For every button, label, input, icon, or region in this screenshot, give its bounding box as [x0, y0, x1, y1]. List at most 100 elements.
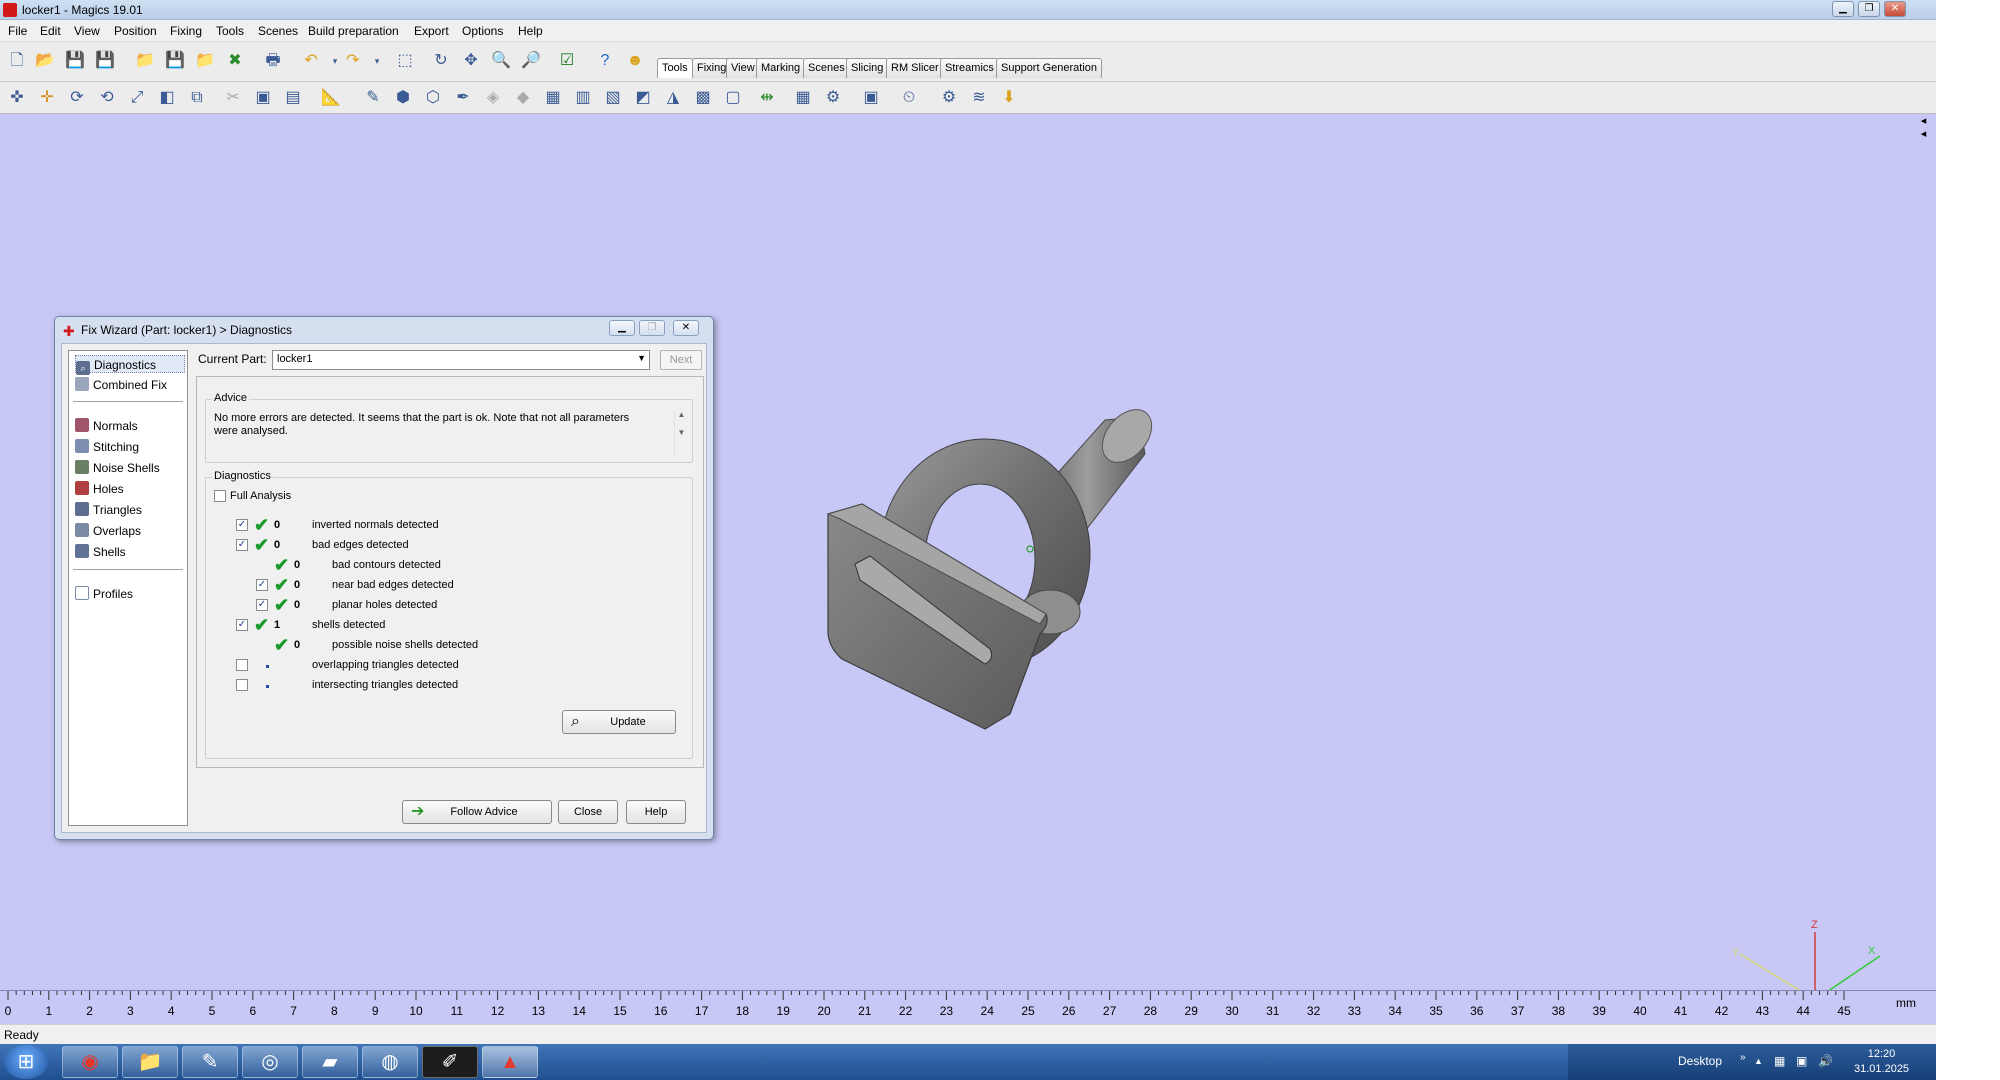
inverted-normals-checkbox[interactable]: ✓ [236, 519, 248, 531]
dialog-maximize-button[interactable]: ❐ [639, 320, 665, 336]
redo-dropdown-icon[interactable]: ▾ [366, 50, 388, 72]
nav-item-diagnostics[interactable]: ⌕ Diagnostics [75, 355, 185, 375]
chevron-up-icon[interactable]: » [1740, 1052, 1746, 1063]
build-time-icon[interactable]: ⏲ [898, 87, 920, 109]
app4-taskbar-icon[interactable]: ✐ [422, 1046, 478, 1078]
nesting-icon[interactable]: ⚙ [822, 87, 844, 109]
zoom-icon[interactable]: 🔍 [490, 50, 512, 72]
desktop-toolbar-label[interactable]: Desktop [1678, 1054, 1722, 1068]
close-window-button[interactable]: ✕ [1884, 1, 1906, 17]
chrome-taskbar-icon[interactable]: ◉ [62, 1046, 118, 1078]
save-part-icon[interactable]: 💾 [164, 50, 186, 72]
extrude-icon[interactable]: ▥ [572, 87, 594, 109]
tab-support-generation[interactable]: Support Generation [996, 58, 1103, 78]
split-icon[interactable]: ⇹ [756, 87, 778, 109]
scale-icon[interactable]: ⤢ [126, 87, 148, 109]
tab-view[interactable]: View [726, 58, 760, 78]
update-button[interactable]: ⌕ Update [562, 710, 676, 734]
platform-icon[interactable]: ▣ [860, 87, 882, 109]
menu-file[interactable]: File [8, 24, 27, 38]
context-help-icon[interactable]: ☻ [624, 50, 646, 72]
paint-taskbar-icon[interactable]: ✎ [182, 1046, 238, 1078]
nav-item-normals[interactable]: Normals [75, 417, 138, 435]
network-icon[interactable]: ▣ [1796, 1054, 1807, 1068]
magics-taskbar-icon[interactable]: ▲ [482, 1046, 538, 1078]
menu-edit[interactable]: Edit [40, 24, 61, 38]
unload-part-icon[interactable]: ✖ [224, 50, 246, 72]
nav-item-triangles[interactable]: Triangles [75, 501, 142, 519]
nav-item-shells[interactable]: Shells [75, 543, 126, 561]
rotate-part-icon[interactable]: ⟳ [66, 87, 88, 109]
surface-icon[interactable]: ◮ [662, 87, 684, 109]
shells-checkbox[interactable]: ✓ [236, 619, 248, 631]
wireframe-icon[interactable]: ▢ [722, 87, 744, 109]
perforate-icon[interactable]: ⬡ [422, 87, 444, 109]
duplicate-icon[interactable]: ⧉ [186, 87, 208, 109]
display-mode-icon[interactable]: ▩ [692, 87, 714, 109]
overlapping-triangles-checkbox[interactable] [236, 659, 248, 671]
undo-icon[interactable]: ↶ [300, 50, 322, 72]
pan-view-icon[interactable]: ✥ [460, 50, 482, 72]
tab-marking[interactable]: Marking [756, 58, 806, 78]
menu-help[interactable]: Help [518, 24, 543, 38]
next-button[interactable]: Next [660, 350, 702, 370]
app2-taskbar-icon[interactable]: ▰ [302, 1046, 358, 1078]
nav-item-combined-fix[interactable]: Combined Fix [75, 376, 167, 394]
cut-icon[interactable]: ✂ [222, 87, 244, 109]
tab-rm-slicer[interactable]: RM Slicer [886, 58, 944, 78]
smooth-icon[interactable]: ◈ [482, 87, 504, 109]
export-icon[interactable]: ⬇ [998, 87, 1020, 109]
label-icon[interactable]: ✎ [362, 87, 384, 109]
restore-window-button[interactable]: ❐ [1858, 1, 1880, 17]
save-icon[interactable]: 💾 [64, 50, 86, 72]
tab-streamics[interactable]: Streamics [940, 58, 999, 78]
help-icon[interactable]: ? [594, 50, 616, 72]
new-file-icon[interactable]: 🗋 [6, 50, 28, 72]
help-button[interactable]: Help [626, 800, 686, 824]
plane-cut-icon[interactable]: ◩ [632, 87, 654, 109]
save-as-icon[interactable]: 💾 [94, 50, 116, 72]
app3-taskbar-icon[interactable]: ◍ [362, 1046, 418, 1078]
nav-item-overlaps[interactable]: Overlaps [75, 522, 141, 540]
tab-scenes[interactable]: Scenes [803, 58, 850, 78]
pen-icon[interactable]: ✒ [452, 87, 474, 109]
tab-slicing[interactable]: Slicing [846, 58, 889, 78]
volume-icon[interactable]: 🔊 [1818, 1054, 1833, 1068]
wrap-icon[interactable]: ◆ [512, 87, 534, 109]
nav-item-holes[interactable]: Holes [75, 480, 124, 498]
nav-item-profiles[interactable]: Profiles [75, 585, 133, 603]
settings-icon[interactable]: ⚙ [938, 87, 960, 109]
near-bad-edges-checkbox[interactable]: ✓ [256, 579, 268, 591]
load-scene-icon[interactable]: 📁 [194, 50, 216, 72]
dialog-close-button[interactable]: ✕ [673, 320, 699, 336]
advice-scrollbar[interactable]: ▲ ▼ [674, 410, 688, 456]
menu-tools[interactable]: Tools [216, 24, 244, 38]
rotate-view-icon[interactable]: ↻ [430, 50, 452, 72]
select-icon[interactable]: ⬚ [394, 50, 416, 72]
bad-edges-checkbox[interactable]: ✓ [236, 539, 248, 551]
import-part-icon[interactable]: 📁 [134, 50, 156, 72]
menu-view[interactable]: View [74, 24, 100, 38]
offset-icon[interactable]: ▤ [282, 87, 304, 109]
tray-expand-icon[interactable]: ▲ [1754, 1056, 1763, 1066]
print-icon[interactable]: 🖶 [262, 50, 284, 72]
fix-wizard-icon[interactable]: ☑ [556, 50, 578, 72]
menu-build-preparation[interactable]: Build preparation [308, 24, 399, 38]
nav-item-stitching[interactable]: Stitching [75, 438, 139, 456]
cube-icon[interactable]: ▦ [542, 87, 564, 109]
intersecting-triangles-checkbox[interactable] [236, 679, 248, 691]
current-part-select[interactable]: locker1 ▼ [272, 350, 650, 370]
mirror-icon[interactable]: ◧ [156, 87, 178, 109]
open-folder-icon[interactable]: 📂 [34, 50, 56, 72]
menu-scenes[interactable]: Scenes [258, 24, 298, 38]
menu-position[interactable]: Position [114, 24, 157, 38]
start-button[interactable]: ⊞ [4, 1045, 48, 1079]
hollow-icon[interactable]: ▣ [252, 87, 274, 109]
shell-icon[interactable]: ▧ [602, 87, 624, 109]
follow-advice-button[interactable]: ➔ Follow Advice [402, 800, 552, 824]
menu-export[interactable]: Export [414, 24, 449, 38]
tab-tools[interactable]: Tools [657, 58, 693, 78]
app-taskbar-icon[interactable]: ◎ [242, 1046, 298, 1078]
rotate-2-icon[interactable]: ⟲ [96, 87, 118, 109]
redo-icon[interactable]: ↷ [342, 50, 364, 72]
